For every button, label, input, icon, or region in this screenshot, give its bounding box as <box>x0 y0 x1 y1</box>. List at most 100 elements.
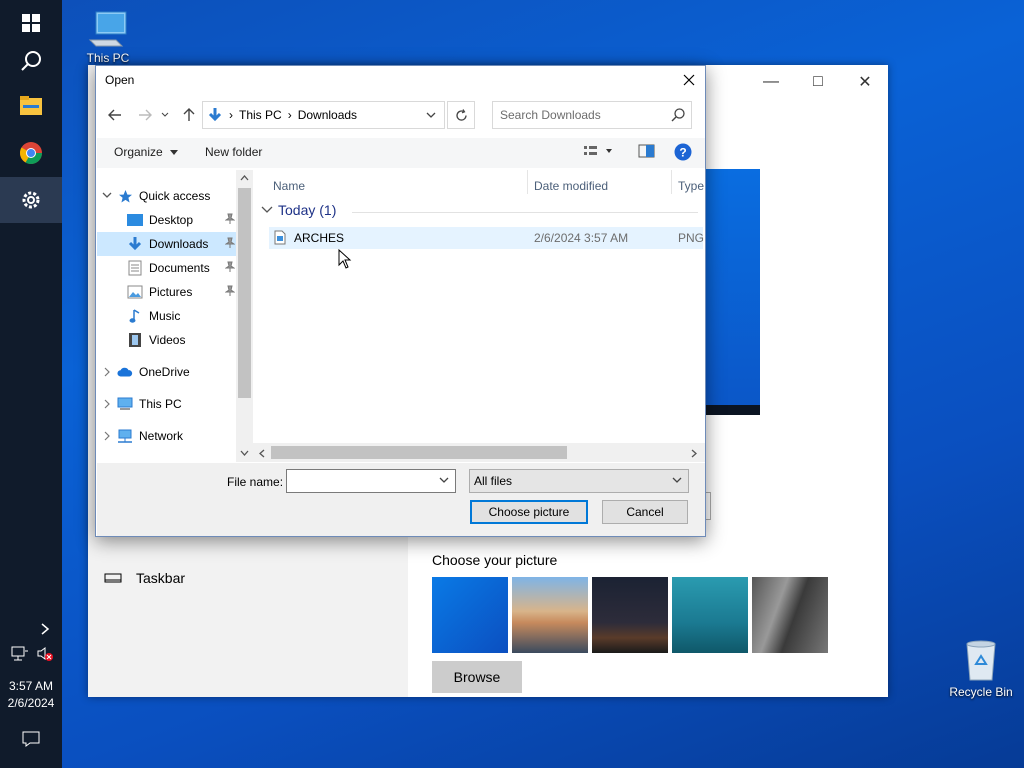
desktop-icon-label: Recycle Bin <box>949 685 1013 699</box>
dialog-title: Open <box>105 73 135 87</box>
column-type[interactable]: Type <box>678 179 704 193</box>
cancel-button[interactable]: Cancel <box>602 500 688 524</box>
scroll-down-icon[interactable] <box>240 450 249 456</box>
refresh-button[interactable] <box>447 101 475 129</box>
chevron-down-icon[interactable] <box>426 112 436 119</box>
svg-text:?: ? <box>679 146 686 160</box>
organize-button[interactable]: Organize <box>114 145 179 159</box>
recycle-bin-icon <box>966 640 996 681</box>
file-list-scrollbar[interactable] <box>253 443 705 462</box>
desktop-icon-recycle-bin[interactable]: Recycle Bin <box>941 638 1021 699</box>
action-center-button[interactable] <box>21 729 41 749</box>
nav-item-onedrive[interactable]: OneDrive <box>97 360 237 384</box>
group-label: Today (1) <box>278 202 337 218</box>
up-button[interactable] <box>178 104 200 126</box>
search-input[interactable]: Search Downloads <box>492 101 692 129</box>
nav-item-pictures[interactable]: Pictures <box>97 280 237 304</box>
taskbar: 3:57 AM 2/6/2024 <box>0 0 62 768</box>
scroll-left-icon[interactable] <box>259 449 265 458</box>
notification-icon <box>22 731 40 747</box>
dialog-close-button[interactable] <box>677 68 701 92</box>
help-icon: ? <box>674 143 692 161</box>
group-header-today[interactable]: Today (1) <box>261 202 336 218</box>
help-button[interactable]: ? <box>674 143 692 164</box>
breadcrumb-downloads[interactable]: Downloads <box>298 108 357 122</box>
downloads-folder-icon <box>127 236 143 252</box>
column-divider[interactable] <box>671 170 672 194</box>
show-hidden-icons-button[interactable] <box>36 620 54 638</box>
clock[interactable]: 3:57 AM 2/6/2024 <box>0 678 62 712</box>
nav-item-this-pc[interactable]: This PC <box>97 392 237 416</box>
back-button[interactable] <box>104 104 126 126</box>
arrow-right-icon <box>139 109 152 121</box>
minimize-icon: — <box>763 73 779 90</box>
taskbar-icon <box>104 573 122 583</box>
file-row[interactable]: ARCHES 2/6/2024 3:57 AM PNG <box>269 227 705 249</box>
pin-icon <box>224 213 236 228</box>
arrow-up-icon <box>183 108 195 121</box>
view-options-button[interactable] <box>583 144 613 161</box>
nav-item-quick-access[interactable]: Quick access <box>97 184 237 208</box>
network-tray-button[interactable] <box>10 645 30 663</box>
desktop-icon-this-pc[interactable]: This PC <box>68 10 148 65</box>
chevron-down-icon[interactable] <box>97 191 117 201</box>
chevron-right-icon <box>41 623 50 635</box>
organize-label: Organize <box>114 145 163 159</box>
settings-button[interactable] <box>0 177 62 223</box>
column-date-modified[interactable]: Date modified <box>534 179 608 193</box>
navigation-scrollbar[interactable] <box>236 170 253 462</box>
file-type-filter[interactable]: All files <box>469 469 689 493</box>
chevron-down-icon <box>261 206 273 213</box>
onedrive-icon <box>117 364 133 380</box>
nav-item-network[interactable]: Network <box>97 424 237 448</box>
file-type: PNG <box>678 231 705 245</box>
column-headers: Name Date modified Type <box>253 170 705 200</box>
volume-tray-button[interactable] <box>35 645 55 663</box>
scroll-thumb[interactable] <box>271 446 567 459</box>
picture-thumbnail[interactable] <box>672 577 748 653</box>
nav-item-desktop[interactable]: Desktop <box>97 208 237 232</box>
scroll-right-icon[interactable] <box>691 449 697 458</box>
picture-thumbnail[interactable] <box>432 577 508 653</box>
file-explorer-button[interactable] <box>0 83 62 129</box>
address-bar[interactable]: › This PC › Downloads <box>202 101 445 129</box>
nav-item-label: Network <box>139 429 184 443</box>
scroll-up-icon[interactable] <box>240 175 249 181</box>
choose-picture-heading: Choose your picture <box>432 552 558 568</box>
new-folder-button[interactable]: New folder <box>205 145 262 159</box>
picture-thumbnail[interactable] <box>592 577 668 653</box>
column-divider[interactable] <box>527 170 528 194</box>
forward-button[interactable] <box>134 104 156 126</box>
breadcrumb-this-pc[interactable]: This PC <box>239 108 282 122</box>
chevron-down-icon <box>672 477 682 483</box>
chevron-down-icon[interactable] <box>439 477 449 484</box>
clock-date: 2/6/2024 <box>7 696 55 710</box>
star-icon <box>117 188 133 204</box>
nav-item-videos[interactable]: Videos <box>97 328 237 352</box>
chevron-right-icon[interactable] <box>97 399 117 409</box>
picture-thumbnail[interactable] <box>752 577 828 653</box>
picture-thumbnail[interactable] <box>512 577 588 653</box>
close-button[interactable]: ✕ <box>842 69 888 95</box>
filter-value: All files <box>474 474 513 488</box>
nav-item-music[interactable]: Music <box>97 304 237 328</box>
windows-start-icon <box>22 14 40 32</box>
maximize-button[interactable]: □ <box>795 69 841 95</box>
file-name-input[interactable] <box>286 469 456 493</box>
recent-locations-button[interactable] <box>158 104 172 126</box>
volume-muted-icon <box>37 647 53 661</box>
pin-icon <box>224 285 236 300</box>
chrome-button[interactable] <box>0 130 62 176</box>
chevron-right-icon[interactable] <box>97 367 117 377</box>
scroll-thumb[interactable] <box>238 188 251 398</box>
nav-item-documents[interactable]: Documents <box>97 256 237 280</box>
browse-button[interactable]: Browse <box>432 661 522 693</box>
minimize-button[interactable]: — <box>748 69 794 95</box>
column-name[interactable]: Name <box>273 179 305 193</box>
nav-item-downloads[interactable]: Downloads <box>97 232 237 256</box>
sidebar-item-taskbar[interactable]: Taskbar <box>104 570 185 586</box>
preview-pane-button[interactable] <box>638 144 655 161</box>
search-button[interactable] <box>0 38 62 84</box>
chevron-right-icon[interactable] <box>97 431 117 441</box>
choose-picture-button[interactable]: Choose picture <box>470 500 588 524</box>
